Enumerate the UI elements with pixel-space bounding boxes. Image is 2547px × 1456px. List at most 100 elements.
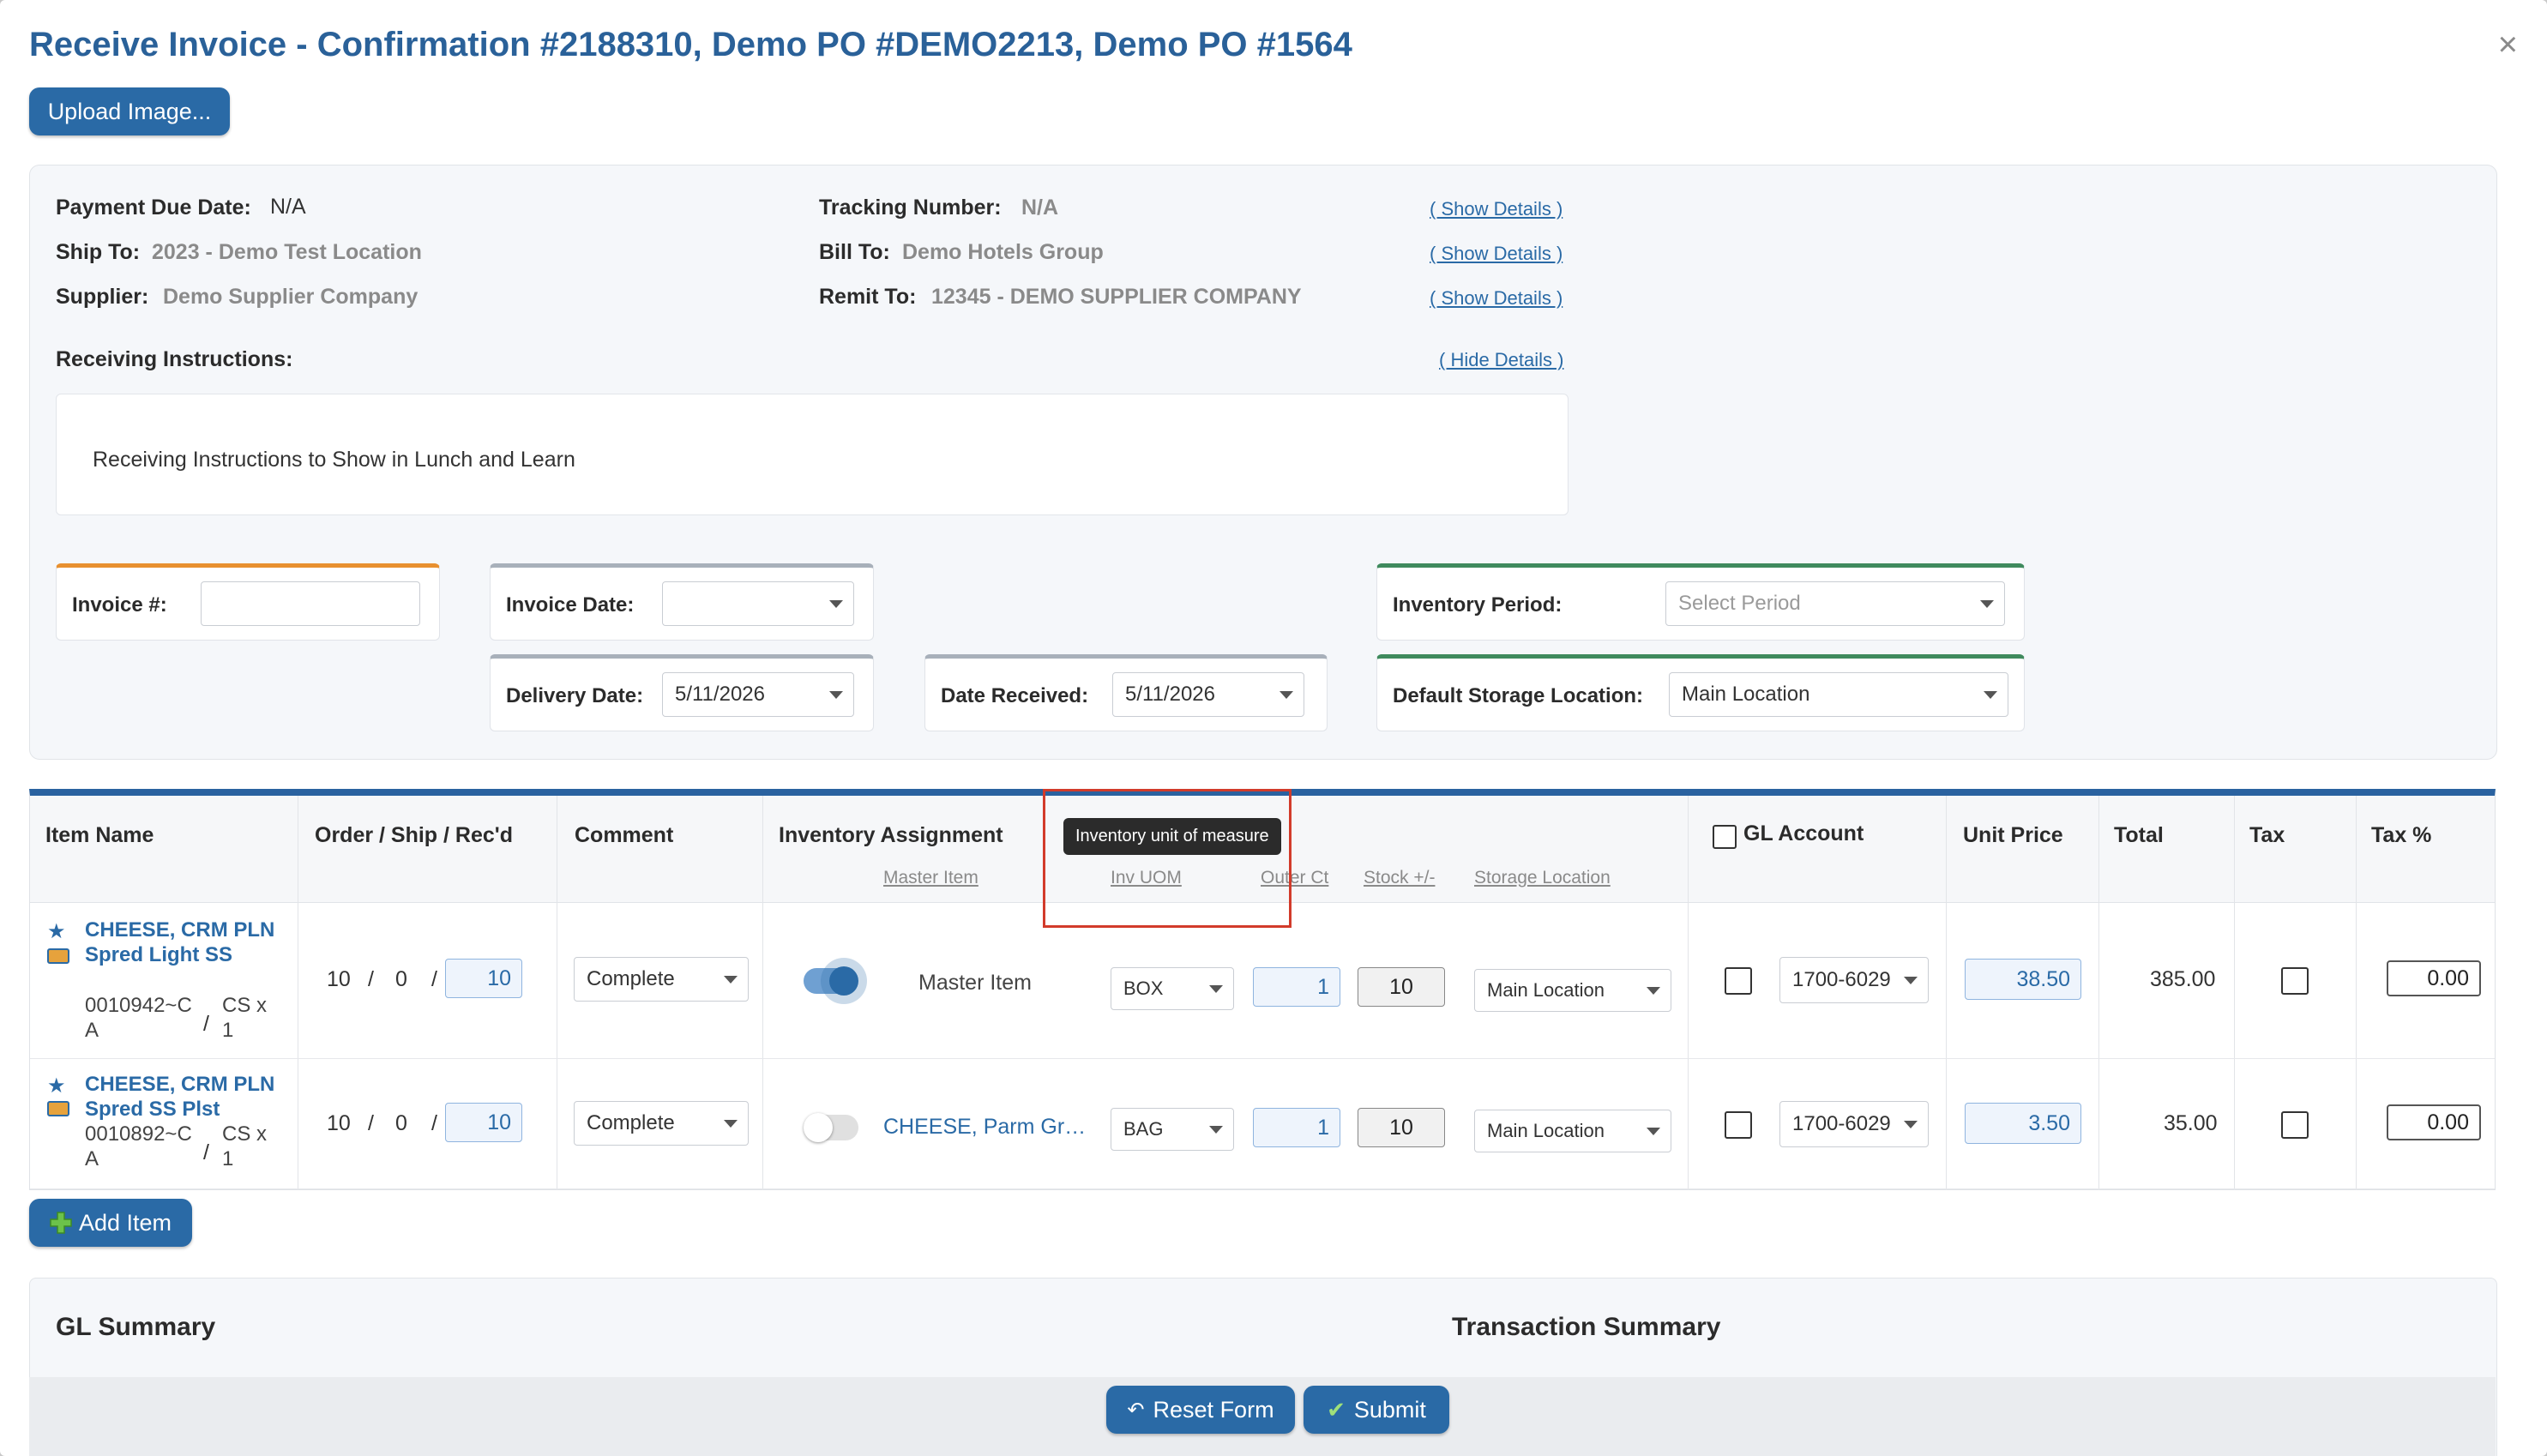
invoice-info-panel: Payment Due Date: N/A Ship To: 2023 - De… xyxy=(29,165,2497,760)
default-storage-select[interactable]: Main Location xyxy=(1669,672,2008,717)
upload-image-button[interactable]: Upload Image... xyxy=(29,87,230,135)
item-name-link[interactable]: CHEESE, CRM PLN Spred SS Plst xyxy=(85,1072,287,1122)
col-inventory-assignment: Inventory Assignment xyxy=(779,823,1003,847)
chevron-down-icon xyxy=(829,600,843,608)
add-item-label: Add Item xyxy=(78,1209,172,1236)
stock-input[interactable]: 10 xyxy=(1358,967,1445,1007)
date-received-label: Date Received: xyxy=(941,684,1089,707)
payment-due-value: N/A xyxy=(270,195,306,219)
inventory-assignment-link[interactable]: CHEESE, Parm Gr… xyxy=(883,1115,1086,1140)
delivery-date-value: 5/11/2026 xyxy=(675,683,765,706)
select-all-gl-checkbox[interactable] xyxy=(1713,825,1737,849)
toggle-knob xyxy=(804,1113,833,1142)
tag-icon xyxy=(47,948,69,964)
modal-title: Receive Invoice - Confirmation #2188310,… xyxy=(29,26,1352,63)
order-qty: 10 xyxy=(327,967,351,991)
gl-row-checkbox[interactable] xyxy=(1725,1111,1752,1139)
col-item-name: Item Name xyxy=(45,823,154,847)
chevron-down-icon xyxy=(1280,691,1293,699)
ship-qty: 0 xyxy=(395,1111,407,1135)
payment-due-label: Payment Due Date: xyxy=(56,196,251,220)
chevron-down-icon xyxy=(1647,987,1660,995)
add-item-button[interactable]: Add Item xyxy=(29,1199,192,1247)
row-total: 35.00 xyxy=(2164,1111,2218,1135)
storage-location-select[interactable]: Main Location xyxy=(1474,1110,1671,1152)
tax-checkbox[interactable] xyxy=(2281,967,2309,995)
chevron-down-icon xyxy=(1904,977,1918,984)
storage-location-select[interactable]: Main Location xyxy=(1474,969,1671,1012)
comment-value: Complete xyxy=(587,1111,675,1134)
default-storage-box: Default Storage Location: Main Location xyxy=(1376,654,2025,731)
outer-ct-input[interactable]: 1 xyxy=(1253,967,1340,1007)
item-name-link[interactable]: CHEESE, CRM PLN Spred Light SS xyxy=(85,918,279,967)
tracking-number-label: Tracking Number: xyxy=(819,196,1002,220)
invoice-number-label: Invoice #: xyxy=(72,593,167,617)
qty-slash: / xyxy=(431,967,437,991)
row-total: 385.00 xyxy=(2150,967,2216,991)
reset-form-button[interactable]: ↶ Reset Form xyxy=(1106,1386,1295,1434)
gl-account-select[interactable]: 1700-6029 xyxy=(1779,957,1929,1003)
storage-location-value: Main Location xyxy=(1487,1120,1605,1141)
unit-price-input[interactable]: 3.50 xyxy=(1965,1103,2081,1144)
gl-row-checkbox[interactable] xyxy=(1725,967,1752,995)
default-storage-label: Default Storage Location: xyxy=(1393,684,1644,707)
close-icon[interactable]: × xyxy=(2498,26,2518,64)
ship-qty: 0 xyxy=(395,967,407,991)
stock-input[interactable]: 10 xyxy=(1358,1108,1445,1147)
show-details-link-tracking[interactable]: ( Show Details ) xyxy=(1430,198,1563,220)
hide-details-link[interactable]: ( Hide Details ) xyxy=(1439,349,1563,371)
master-item-toggle[interactable] xyxy=(804,966,858,996)
item-unit-slash: / xyxy=(203,1012,209,1036)
gl-account-value: 1700-6029 xyxy=(1792,1112,1891,1135)
tax-pct-input[interactable]: 0.00 xyxy=(2387,1104,2481,1140)
receiving-instructions-text: Receiving Instructions to Show in Lunch … xyxy=(93,448,575,472)
chevron-down-icon xyxy=(1980,600,1994,608)
col-gl-account: GL Account xyxy=(1743,821,1864,845)
outer-ct-input[interactable]: 1 xyxy=(1253,1108,1340,1147)
chevron-down-icon xyxy=(1904,1121,1918,1128)
subcol-master-item: Master Item xyxy=(883,868,978,887)
col-unit-price: Unit Price xyxy=(1963,823,2063,847)
delivery-date-label: Delivery Date: xyxy=(506,684,644,707)
inventory-assignment-value: Master Item xyxy=(918,971,1032,995)
delivery-date-select[interactable]: 5/11/2026 xyxy=(662,672,854,717)
uom-select[interactable]: BOX xyxy=(1111,967,1234,1010)
comment-select[interactable]: Complete xyxy=(574,1101,749,1146)
subcol-stock: Stock +/- xyxy=(1364,868,1436,887)
date-received-select[interactable]: 5/11/2026 xyxy=(1112,672,1304,717)
inventory-period-box: Inventory Period: Select Period xyxy=(1376,563,2025,641)
chevron-down-icon xyxy=(1209,985,1223,993)
item-unit: CS x 1 xyxy=(222,994,268,1042)
col-tax: Tax xyxy=(2249,823,2285,847)
invoice-number-input[interactable] xyxy=(201,581,420,626)
received-qty-input[interactable]: 10 xyxy=(445,1103,522,1142)
col-comment: Comment xyxy=(575,823,674,847)
received-qty-input[interactable]: 10 xyxy=(445,959,522,998)
invoice-date-select[interactable] xyxy=(662,581,854,626)
transaction-summary-title: Transaction Summary xyxy=(1452,1313,1721,1341)
item-unit: CS x 1 xyxy=(222,1122,268,1170)
uom-select[interactable]: BAG xyxy=(1111,1108,1234,1151)
comment-select[interactable]: Complete xyxy=(574,957,749,1002)
receiving-instructions-box: Receiving Instructions to Show in Lunch … xyxy=(56,394,1569,515)
chevron-down-icon xyxy=(724,976,738,984)
chevron-down-icon xyxy=(1984,691,1997,699)
show-details-link-remit-to[interactable]: ( Show Details ) xyxy=(1430,287,1563,310)
show-details-link-bill-to[interactable]: ( Show Details ) xyxy=(1430,243,1563,265)
ship-to-label: Ship To: xyxy=(56,240,141,264)
tax-checkbox[interactable] xyxy=(2281,1111,2309,1139)
invoice-date-label: Invoice Date: xyxy=(506,593,635,617)
col-total: Total xyxy=(2114,823,2164,847)
item-code: 0010942~C A xyxy=(85,994,192,1042)
gl-summary-title: GL Summary xyxy=(56,1313,216,1341)
ship-to-value: 2023 - Demo Test Location xyxy=(152,240,422,264)
tax-pct-input[interactable]: 0.00 xyxy=(2387,960,2481,996)
receive-invoice-modal: Receive Invoice - Confirmation #2188310,… xyxy=(0,0,2547,1456)
unit-price-input[interactable]: 38.50 xyxy=(1965,959,2081,1000)
submit-button[interactable]: ✔ Submit xyxy=(1304,1386,1449,1434)
date-received-value: 5/11/2026 xyxy=(1125,683,1215,706)
comment-value: Complete xyxy=(587,967,675,990)
inventory-period-select[interactable]: Select Period xyxy=(1665,581,2005,626)
gl-account-select[interactable]: 1700-6029 xyxy=(1779,1101,1929,1147)
master-item-toggle[interactable] xyxy=(804,1113,858,1142)
